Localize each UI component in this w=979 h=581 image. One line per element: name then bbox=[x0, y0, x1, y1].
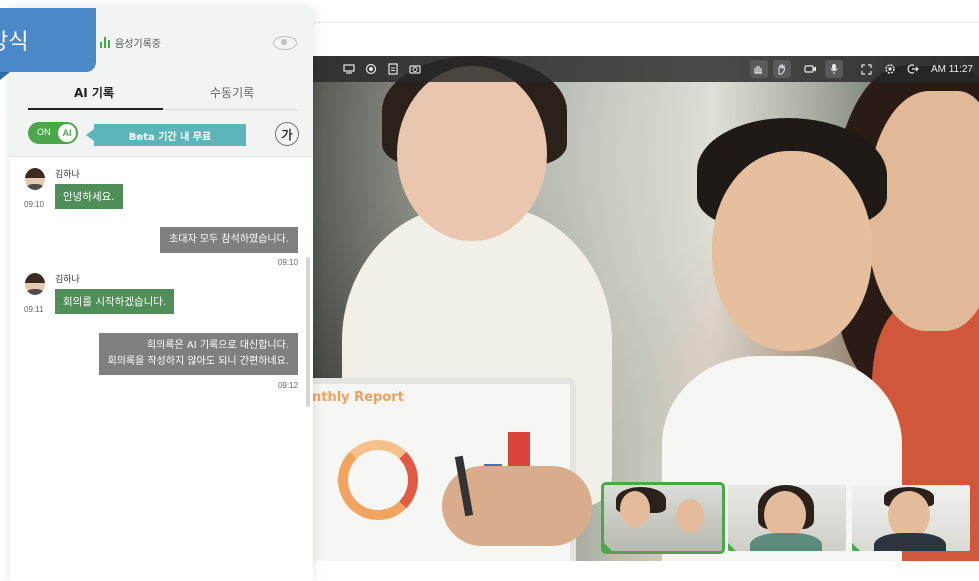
toggle-state-label: ON bbox=[37, 127, 51, 137]
audio-level-icon bbox=[100, 37, 110, 48]
participant-thumb-2[interactable] bbox=[728, 485, 846, 551]
message-line: 회의록을 작성하지 않아도 되니 간편하네요. bbox=[107, 356, 290, 367]
report-title: nthly Report bbox=[312, 390, 404, 405]
camera-capture-icon[interactable] bbox=[406, 60, 424, 78]
tab-manual-record[interactable]: 수동기록 bbox=[210, 84, 254, 101]
thumb-2-body bbox=[750, 533, 822, 551]
eye-icon[interactable] bbox=[273, 36, 297, 50]
method-tag-label: 방식 bbox=[0, 30, 29, 55]
message-time: 09:10 bbox=[24, 200, 45, 209]
participant-2-face bbox=[712, 151, 872, 351]
message-time: 09:11 bbox=[24, 305, 44, 314]
beta-banner: Beta 기간 내 무료 bbox=[86, 124, 246, 146]
message-bubble: 회의를 시작하겠습니다. bbox=[55, 289, 175, 314]
message-time: 09:10 bbox=[277, 258, 298, 267]
font-size-button[interactable]: 가 bbox=[275, 122, 299, 146]
active-tab-underline bbox=[28, 108, 163, 110]
participant-1-face bbox=[397, 66, 547, 241]
clock-time: AM 11:27 bbox=[930, 63, 973, 75]
thumb-1-corner bbox=[604, 543, 612, 551]
raise-hand-icon[interactable] bbox=[772, 60, 791, 78]
fullscreen-icon[interactable] bbox=[858, 60, 876, 78]
video-toolbar: AM 11:27 bbox=[312, 56, 979, 82]
message-time: 09:12 bbox=[277, 381, 298, 390]
participant-thumb-3[interactable] bbox=[852, 485, 970, 551]
message-bubble: 초대자 모두 참석하였습니다. bbox=[160, 227, 298, 253]
ai-toggle[interactable]: ON AI bbox=[28, 122, 78, 144]
sender-name: 김하나 bbox=[55, 170, 80, 180]
recording-indicator: 음성기록중 bbox=[100, 35, 161, 50]
recording-label: 음성기록중 bbox=[115, 39, 161, 50]
donut-chart-graphic bbox=[338, 440, 418, 520]
chat-scrollbar[interactable] bbox=[306, 257, 310, 407]
avatar bbox=[25, 273, 45, 295]
exit-icon[interactable] bbox=[904, 60, 922, 78]
thumb-3-corner bbox=[852, 543, 860, 551]
video-camera-icon[interactable] bbox=[802, 60, 820, 78]
thumb-3-face bbox=[888, 491, 930, 539]
chat-log[interactable]: 김하나 09:10 안녕하세요. 초대자 모두 참석하였습니다. 09:10 김… bbox=[10, 157, 313, 581]
raise-hand-all-icon[interactable] bbox=[749, 60, 768, 78]
toolbar-right-group: AM 11:27 bbox=[749, 60, 973, 78]
tab-divider bbox=[163, 109, 298, 110]
toolbar-left-group bbox=[340, 60, 424, 78]
method-tag: 방식 bbox=[0, 8, 96, 72]
record-icon[interactable] bbox=[362, 60, 380, 78]
document-icon[interactable] bbox=[384, 60, 402, 78]
window-top-bar bbox=[312, 22, 979, 58]
message-bubble: 안녕하세요. bbox=[55, 184, 123, 209]
thumb-1-face bbox=[620, 491, 650, 527]
method-tag-tail bbox=[0, 72, 10, 80]
toggle-knob: AI bbox=[58, 124, 76, 142]
thumb-3-body bbox=[874, 533, 946, 551]
participant-3-face bbox=[867, 91, 979, 331]
tab-ai-record[interactable]: AI 기록 bbox=[74, 84, 114, 101]
avatar bbox=[25, 168, 45, 190]
ai-controls: ON AI Beta 기간 내 무료 가 bbox=[10, 112, 313, 157]
screen-share-icon[interactable] bbox=[340, 60, 358, 78]
participant-thumbnails bbox=[601, 482, 970, 554]
panel-tabs: AI 기록 수동기록 bbox=[10, 68, 313, 112]
thumb-2-corner bbox=[728, 543, 736, 551]
settings-gear-icon[interactable] bbox=[881, 60, 899, 78]
thumb-2-face bbox=[764, 491, 806, 539]
message-line: 회의록은 AI 기록으로 대신합니다. bbox=[146, 340, 289, 351]
microphone-icon[interactable] bbox=[824, 60, 843, 78]
thumb-1-face-2 bbox=[676, 499, 704, 533]
sender-name: 김하나 bbox=[55, 275, 80, 285]
ai-minutes-panel: 음성기록중 AI 기록 수동기록 ON AI Beta 기간 내 무료 가 김하… bbox=[0, 8, 313, 581]
message-bubble: 회의록은 AI 기록으로 대신합니다. 회의록을 작성하지 않아도 되니 간편하… bbox=[98, 333, 298, 375]
participant-thumb-1[interactable] bbox=[601, 482, 725, 554]
